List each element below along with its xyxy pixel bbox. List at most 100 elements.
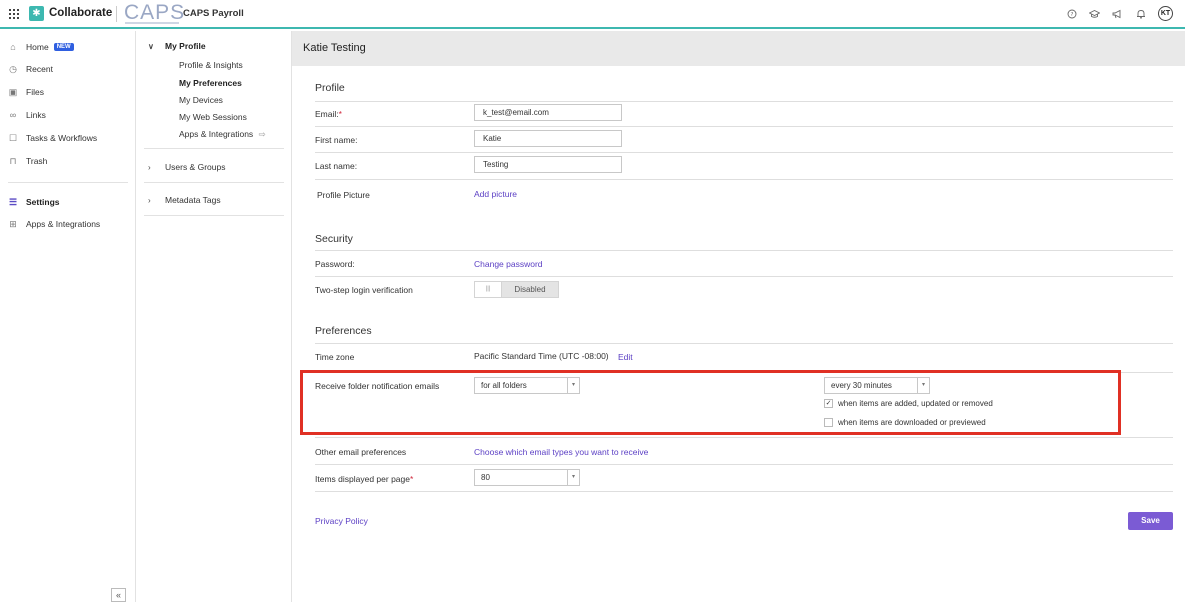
nav-item-label: Home — [26, 42, 49, 52]
chevron-down-icon: ▾ — [567, 470, 579, 485]
app-grid-icon[interactable] — [9, 9, 19, 19]
nav-item-apps-integrations[interactable]: ⊞ Apps & Integrations — [8, 217, 100, 231]
email-label: Email:* — [315, 109, 342, 119]
two-step-toggle[interactable]: ||| Disabled — [474, 281, 559, 298]
main-content: Katie Testing Profile Email:* k_test@ema… — [292, 31, 1185, 602]
email-types-link[interactable]: Choose which email types you want to rec… — [474, 447, 648, 457]
per-page-select[interactable]: 80 ▾ — [474, 469, 580, 486]
section-title-security: Security — [315, 233, 353, 245]
settings-sliders-icon: ☰ — [8, 196, 18, 207]
bell-icon[interactable] — [1135, 8, 1146, 19]
divider — [315, 437, 1173, 438]
required-marker: * — [338, 109, 342, 119]
divider — [315, 250, 1173, 251]
graduation-cap-icon[interactable] — [1089, 8, 1100, 19]
divider — [315, 152, 1173, 153]
profile-picture-label: Profile Picture — [317, 190, 370, 200]
divider — [315, 126, 1173, 127]
subnav-item-apps-integrations[interactable]: Apps & Integrations ⇨ — [179, 129, 266, 140]
subnav-section-label: My Profile — [165, 41, 206, 51]
per-page-label: Items displayed per page* — [315, 474, 413, 484]
topbar-divider — [116, 6, 117, 22]
nav-item-trash[interactable]: ⊓ Trash — [8, 154, 47, 168]
timezone-value: Pacific Standard Time (UTC -08:00) — [474, 351, 609, 361]
subnav-divider — [144, 148, 284, 149]
page-title: Katie Testing — [303, 42, 366, 54]
link-icon: ∞ — [9, 110, 17, 120]
first-name-label: First name: — [315, 135, 358, 145]
first-name-field[interactable]: Katie — [474, 130, 622, 147]
home-icon: ⌂ — [10, 42, 16, 52]
divider — [315, 179, 1173, 180]
nav-item-tasks[interactable]: ☐ Tasks & Workflows — [8, 131, 97, 145]
left-nav: ⌂ Home NEW ◷ Recent ▣ Files ∞ Links ☐ Ta… — [0, 31, 136, 602]
email-field[interactable]: k_test@email.com — [474, 104, 622, 121]
two-step-label: Two-step login verification — [315, 285, 413, 295]
nav-item-settings[interactable]: ☰ Settings — [8, 195, 60, 209]
per-page-value: 80 — [481, 473, 490, 482]
svg-text:?: ? — [1070, 12, 1073, 18]
divider — [315, 491, 1173, 492]
subnav-section-label: Metadata Tags — [165, 195, 221, 205]
nav-item-label: Trash — [26, 156, 48, 166]
highlight-annotation-box — [300, 370, 1121, 435]
chevron-down-icon: ∨ — [148, 41, 154, 51]
chevron-right-icon: › — [148, 195, 151, 205]
nav-item-files[interactable]: ▣ Files — [8, 85, 44, 99]
toggle-state-label: Disabled — [502, 282, 558, 297]
caps-logo-underline — [125, 22, 179, 24]
divider — [315, 464, 1173, 465]
add-picture-link[interactable]: Add picture — [474, 189, 517, 199]
app-name: Collaborate — [49, 7, 113, 19]
subnav-item-my-devices[interactable]: My Devices — [179, 95, 223, 105]
change-password-link[interactable]: Change password — [474, 259, 543, 269]
topbar-icons: ? KT — [1066, 6, 1173, 21]
timezone-edit-link[interactable]: Edit — [618, 352, 633, 362]
section-title-preferences: Preferences — [315, 325, 372, 337]
toggle-knob-icon: ||| — [475, 282, 502, 297]
subnav-item-label: Apps & Integrations — [179, 129, 254, 139]
page-header: Katie Testing — [292, 31, 1185, 66]
subnav-my-profile[interactable]: ∨ My Profile — [148, 41, 206, 51]
divider — [315, 101, 1173, 102]
nav-item-label: Settings — [26, 197, 60, 207]
subnav-divider — [144, 215, 284, 216]
trash-icon: ⊓ — [9, 155, 17, 166]
clock-icon: ◷ — [9, 63, 17, 74]
settings-subnav: ∨ My Profile Profile & Insights My Prefe… — [136, 31, 292, 602]
nav-item-label: Files — [26, 87, 44, 97]
email-label-text: Email: — [315, 109, 339, 119]
brand-name: CAPS Payroll — [183, 8, 244, 19]
password-label: Password: — [315, 259, 355, 269]
nav-item-home[interactable]: ⌂ Home NEW — [8, 40, 74, 54]
nav-item-label: Links — [26, 110, 46, 120]
other-email-label: Other email preferences — [315, 447, 407, 457]
megaphone-icon[interactable] — [1112, 8, 1123, 19]
nav-item-recent[interactable]: ◷ Recent — [8, 62, 53, 76]
timezone-label: Time zone — [315, 352, 355, 362]
subnav-item-my-preferences[interactable]: My Preferences — [179, 78, 242, 88]
last-name-field[interactable]: Testing — [474, 156, 622, 173]
divider — [315, 343, 1173, 344]
per-page-label-text: Items displayed per page — [315, 474, 410, 484]
nav-divider — [8, 182, 128, 183]
files-icon: ▣ — [8, 86, 18, 97]
subnav-item-profile-insights[interactable]: Profile & Insights — [179, 60, 243, 70]
last-name-label: Last name: — [315, 161, 358, 171]
subnav-metadata-tags[interactable]: › Metadata Tags — [148, 195, 221, 205]
collaborate-logo-icon: ✱ — [29, 6, 44, 21]
collapse-sidebar-button[interactable]: « — [111, 588, 126, 602]
help-icon[interactable]: ? — [1066, 8, 1077, 19]
external-link-icon: ⇨ — [258, 129, 266, 139]
nav-item-links[interactable]: ∞ Links — [8, 108, 46, 122]
section-title-profile: Profile — [315, 82, 345, 94]
save-button[interactable]: Save — [1128, 512, 1173, 530]
chevron-right-icon: › — [148, 162, 151, 172]
new-badge: NEW — [53, 43, 74, 51]
subnav-divider — [144, 182, 284, 183]
subnav-users-groups[interactable]: › Users & Groups — [148, 162, 225, 172]
avatar[interactable]: KT — [1158, 6, 1173, 21]
privacy-policy-link[interactable]: Privacy Policy — [315, 516, 368, 526]
top-bar: ✱ Collaborate CAPS CAPS Payroll ? KT — [0, 0, 1185, 29]
subnav-item-web-sessions[interactable]: My Web Sessions — [179, 112, 247, 122]
